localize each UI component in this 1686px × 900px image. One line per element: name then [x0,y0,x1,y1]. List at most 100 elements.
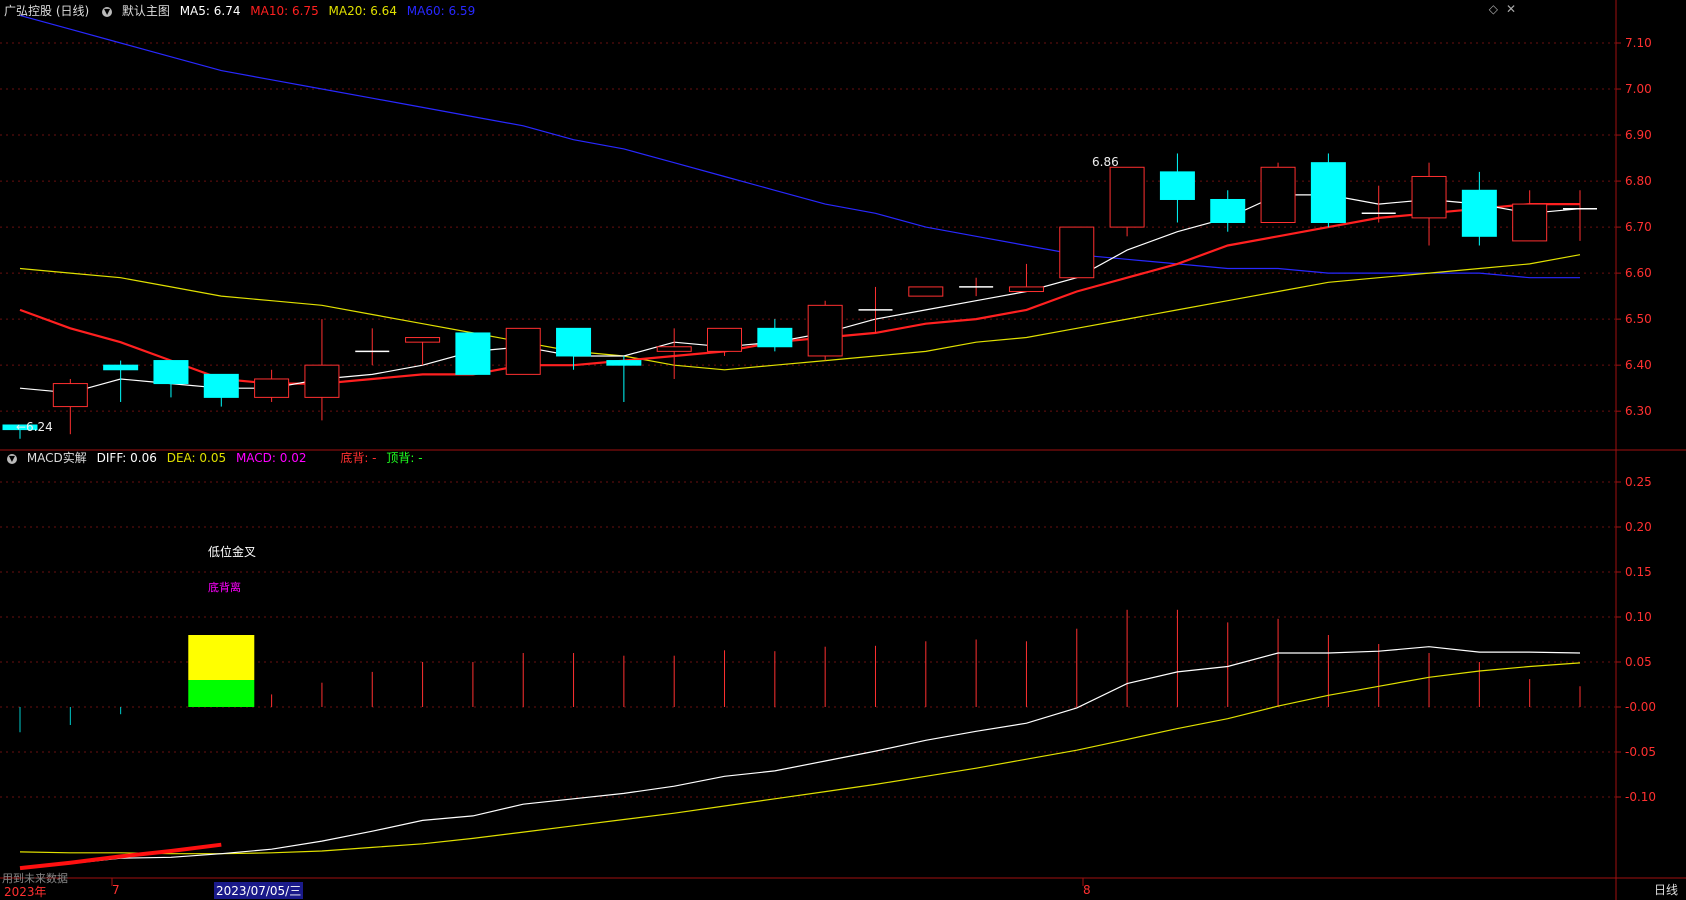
macd-ytick-label: -0.10 [1625,790,1656,804]
candle [52,378,88,435]
candle-body-up [656,346,692,352]
candle [103,360,139,402]
candle-body-up [1260,166,1296,223]
candle [1008,263,1044,293]
candle [1411,162,1447,246]
bottom-divergence-legend: 底背: - [340,451,377,465]
chevron-down-icon[interactable]: ▼ [7,453,17,464]
candle [1159,153,1195,223]
candle [304,319,340,421]
low-price-marker: ←6.24 [16,420,53,434]
candle [707,327,743,356]
main-ytick-label: 6.30 [1625,404,1652,418]
macd-ytick-label: -0.00 [1625,700,1656,714]
candle [1563,190,1597,241]
macd-header: ▼ MACD实解 DIFF: 0.06 DEA: 0.05 MACD: 0.02… [4,449,429,466]
candle [355,328,390,366]
candle-body-up [1059,226,1095,279]
candle-body-up [1411,175,1447,219]
candle-body-down [203,373,239,398]
candle [1310,153,1346,228]
close-icon[interactable]: ✕ [1506,2,1516,16]
macd-ytick-label: 0.20 [1625,520,1652,534]
stock-name: 广弘控股 (日线) [4,4,90,18]
main-ytick-label: 6.70 [1625,220,1652,234]
candle-body-down [1210,198,1246,223]
candle [858,286,893,333]
candle [254,369,290,402]
candle-body-up [908,286,944,297]
macd-ytick-label: 0.10 [1625,610,1652,624]
golden-cross-label: 低位金叉 [208,545,257,559]
candle [1059,226,1095,279]
macd-title[interactable]: MACD实解 [27,451,87,465]
candle [153,360,189,398]
candle [606,355,642,402]
ma10-legend: MA10: 6.75 [250,4,319,18]
ma20-line [19,254,1581,371]
xaxis-label-july: 7 [112,883,120,897]
candle-body-down [1310,162,1346,223]
xaxis-label-august: 8 [1083,883,1091,897]
candle-body-up [254,378,290,398]
candle [908,286,944,297]
candle [505,327,541,375]
candle-body-up [505,327,541,375]
bottom-divergence-label: 底背离 [208,581,241,594]
candle-body-down [153,360,189,385]
candle [1109,166,1145,237]
candle [1260,162,1296,223]
main-ytick-label: 6.40 [1625,358,1652,372]
ma60-line [19,14,1580,279]
candle [1210,190,1246,232]
macd-ytick-label: 0.25 [1625,475,1652,489]
ma10-line [19,203,1580,385]
diamond-icon[interactable]: ◇ [1489,2,1498,16]
main-ytick-label: 6.80 [1625,174,1652,188]
golden-cross-block [188,635,255,680]
candle-body-up [52,383,88,408]
ma5-legend: MA5: 6.74 [179,4,241,18]
main-chart-selector[interactable]: 默认主图 [122,4,170,18]
candle-body-up [1512,203,1548,242]
main-ytick-label: 6.50 [1625,312,1652,326]
diff-legend: DIFF: 0.06 [96,451,157,465]
macd-ytick-label: -0.05 [1625,745,1656,759]
top-divergence-legend: 顶背: - [386,451,423,465]
candle-body-down [455,332,491,375]
candle [757,319,793,352]
candle-body-down [757,327,793,348]
macd-legend: MACD: 0.02 [235,451,307,465]
candle-body-down [606,360,642,366]
candle-body-up [707,327,743,352]
candle-body-down [556,327,592,357]
candle [1461,171,1497,246]
main-ytick-label: 7.00 [1625,82,1652,96]
macd-ytick-label: 0.05 [1625,655,1652,669]
candle [959,277,994,297]
dea-legend: DEA: 0.05 [166,451,227,465]
candle-body-up [405,337,441,343]
candle [656,328,692,379]
macd-ytick-label: 0.15 [1625,565,1652,579]
candle [405,337,441,366]
candle-body-up [304,364,340,398]
xaxis-label-year: 2023年 [4,885,47,899]
main-chart-header: 广弘控股 (日线) ▼ 默认主图 MA5: 6.74 MA10: 6.75 MA… [4,2,481,19]
period-daily-button[interactable]: 日线 [1654,881,1678,898]
candle-body-up [1109,166,1145,228]
candle [455,332,491,375]
candle [807,300,843,361]
xaxis-cursor-date: 2023/07/05/三 [214,882,304,899]
candle-body-up [1008,286,1044,293]
high-price-marker: 6.86 [1092,155,1119,169]
candle-body-up [807,304,843,357]
candle [1512,190,1548,242]
main-ytick-label: 7.10 [1625,36,1652,50]
candle-body-down [1159,171,1195,200]
main-ytick-label: 6.60 [1625,266,1652,280]
candle-body-down [103,364,139,371]
ma60-legend: MA60: 6.59 [406,4,476,18]
ma20-legend: MA20: 6.64 [328,4,397,18]
chevron-down-icon[interactable]: ▼ [102,6,113,17]
